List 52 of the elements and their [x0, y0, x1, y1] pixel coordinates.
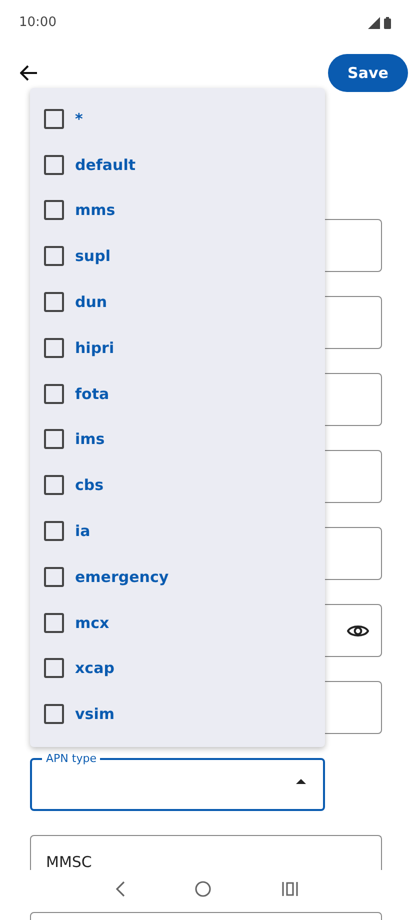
recents-icon[interactable] [282, 882, 298, 896]
eye-icon[interactable] [347, 622, 369, 638]
menu-option[interactable]: default [30, 142, 325, 188]
option-label: mms [75, 201, 116, 220]
menu-option[interactable]: mcx [30, 600, 325, 646]
menu-option[interactable]: mms [30, 188, 325, 234]
caret-icon [296, 779, 306, 784]
signal-icon [368, 16, 380, 28]
menu-option[interactable]: supl [30, 233, 325, 280]
menu-option[interactable]: xcap [30, 646, 325, 692]
menu-option[interactable]: fota [30, 370, 325, 417]
option-label: fota [75, 384, 110, 403]
battery-icon [384, 16, 391, 28]
option-label: hipri [75, 338, 114, 357]
option-label: supl [75, 247, 110, 266]
checkbox[interactable] [44, 338, 64, 358]
checkbox[interactable] [44, 246, 64, 266]
apn-type-dropdown[interactable]: APN type [30, 753, 325, 811]
checkbox[interactable] [44, 566, 64, 587]
checkbox[interactable] [44, 154, 64, 175]
menu-option[interactable]: ims [30, 416, 325, 462]
option-label: xcap [75, 659, 114, 678]
checkbox[interactable] [44, 200, 64, 220]
option-label: vsim [75, 705, 114, 724]
status-time: 10:00 [19, 15, 56, 30]
checkbox[interactable] [44, 384, 64, 404]
checkbox[interactable] [44, 658, 64, 678]
option-label: cbs [75, 476, 104, 494]
menu-option[interactable]: emergency [30, 554, 325, 600]
checkbox[interactable] [44, 292, 64, 312]
back-icon[interactable] [115, 881, 126, 897]
option-label: emergency [75, 568, 169, 586]
option-label: dun [75, 293, 108, 312]
checkbox[interactable] [44, 521, 64, 542]
checkbox[interactable] [44, 475, 64, 496]
option-label: ims [75, 430, 105, 448]
menu-option[interactable]: dun [30, 279, 325, 325]
checkbox[interactable] [44, 108, 64, 129]
menu-option[interactable]: * [30, 96, 325, 142]
checkbox[interactable] [44, 429, 64, 450]
option-label: ia [75, 522, 90, 540]
menu-option[interactable]: ia [30, 508, 325, 554]
checkbox[interactable] [44, 704, 64, 724]
option-label: mcx [75, 614, 110, 632]
option-label: default [75, 156, 136, 174]
menu-option[interactable]: cbs [30, 462, 325, 508]
menu-option[interactable]: vsim [30, 691, 325, 738]
home-icon[interactable] [195, 881, 212, 897]
checkbox[interactable] [44, 612, 64, 633]
option-label: * [75, 110, 83, 128]
menu-option[interactable]: hipri [30, 324, 325, 371]
save-button[interactable]: Save [328, 54, 408, 92]
